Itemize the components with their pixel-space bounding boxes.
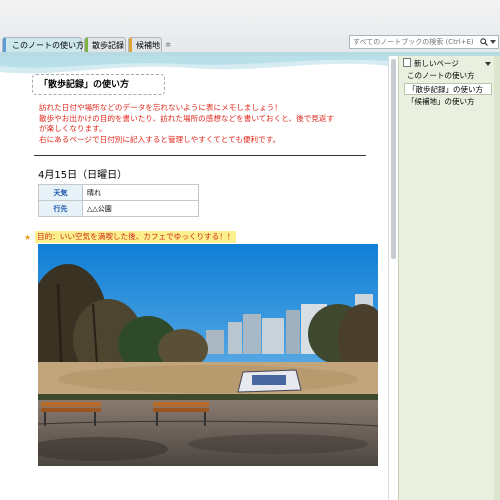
info-table: 天気 晴れ 行先 △△公園 xyxy=(38,184,199,217)
star-icon: ★ xyxy=(24,233,32,242)
new-page-icon xyxy=(403,58,411,67)
notebook-tab-bar: このノートの使い方 散歩記録 候補地 ✲ xyxy=(0,0,500,56)
table-key[interactable]: 天気 xyxy=(38,184,83,201)
intro-text[interactable]: 訪れた日付や場所などのデータを忘れないように表にメモしましょう！ 散歩やお出かけ… xyxy=(39,103,384,145)
new-page-button[interactable]: 新しいページ xyxy=(403,57,493,70)
goal-text[interactable]: 目的：いい空気を満喫した後、カフェでゆっくりする！！ xyxy=(35,231,237,243)
page-list: 新しいページ このノートの使い方 「散歩記録」の使い方 「候補地」の使い方 xyxy=(398,56,494,500)
chevron-down-icon[interactable] xyxy=(485,62,491,66)
tab-label: 散歩記録 xyxy=(92,41,124,50)
tab-color-marker xyxy=(3,38,6,52)
table-value[interactable]: 晴れ xyxy=(82,184,199,201)
intro-line: 散歩やお出かけの目的を書いたり、訪れた場所の感想などを書いておくと、後で見返す xyxy=(39,113,335,123)
intro-line: 訪れた日付や場所などのデータを忘れないように表にメモしましょう！ xyxy=(39,103,282,112)
table-key[interactable]: 行先 xyxy=(38,200,83,217)
search-box xyxy=(349,35,499,49)
park-photo[interactable] xyxy=(38,244,378,466)
sidebar-item-walk-log-guide[interactable]: 「散歩記録」の使い方 xyxy=(404,83,492,95)
tab-label: 候補地 xyxy=(136,41,160,50)
page-list-scrollbar[interactable] xyxy=(494,56,500,500)
entry-date[interactable]: 4月15日（日曜日） xyxy=(38,166,127,181)
search-icon[interactable] xyxy=(480,38,488,46)
tab-color-marker xyxy=(129,38,132,52)
sidebar-item-candidates-guide[interactable]: 「候補地」の使い方 xyxy=(404,96,492,108)
new-page-label: 新しいページ xyxy=(414,59,459,68)
table-row: 天気 晴れ xyxy=(38,184,199,201)
intro-line: が楽しくなります。 xyxy=(39,124,107,134)
tab-how-to-use[interactable]: このノートの使い方 xyxy=(2,37,84,52)
sidebar-item-how-to-use[interactable]: このノートの使い方 xyxy=(404,70,492,82)
tab-walk-log[interactable]: 散歩記録 xyxy=(84,37,126,52)
divider xyxy=(34,155,366,156)
search-scope-dropdown-icon[interactable] xyxy=(490,40,496,44)
tab-label: このノートの使い方 xyxy=(12,41,84,50)
add-section-tab[interactable]: ✲ xyxy=(163,40,173,50)
search-input[interactable] xyxy=(350,36,483,48)
page-title[interactable]: 「散歩記録」の使い方 xyxy=(32,74,165,95)
intro-line: 右にあるページで日付別に記入すると管理しやすくてとても便利です。 xyxy=(39,134,281,144)
table-row: 行先 △△公園 xyxy=(38,200,199,217)
tab-color-marker xyxy=(85,38,88,52)
page-scrollbar[interactable] xyxy=(388,56,398,500)
page-list-panel: 新しいページ このノートの使い方 「散歩記録」の使い方 「候補地」の使い方 xyxy=(398,56,500,500)
tab-candidates[interactable]: 候補地 xyxy=(128,37,162,52)
scrollbar-thumb[interactable] xyxy=(391,59,396,259)
table-value[interactable]: △△公園 xyxy=(82,200,199,217)
